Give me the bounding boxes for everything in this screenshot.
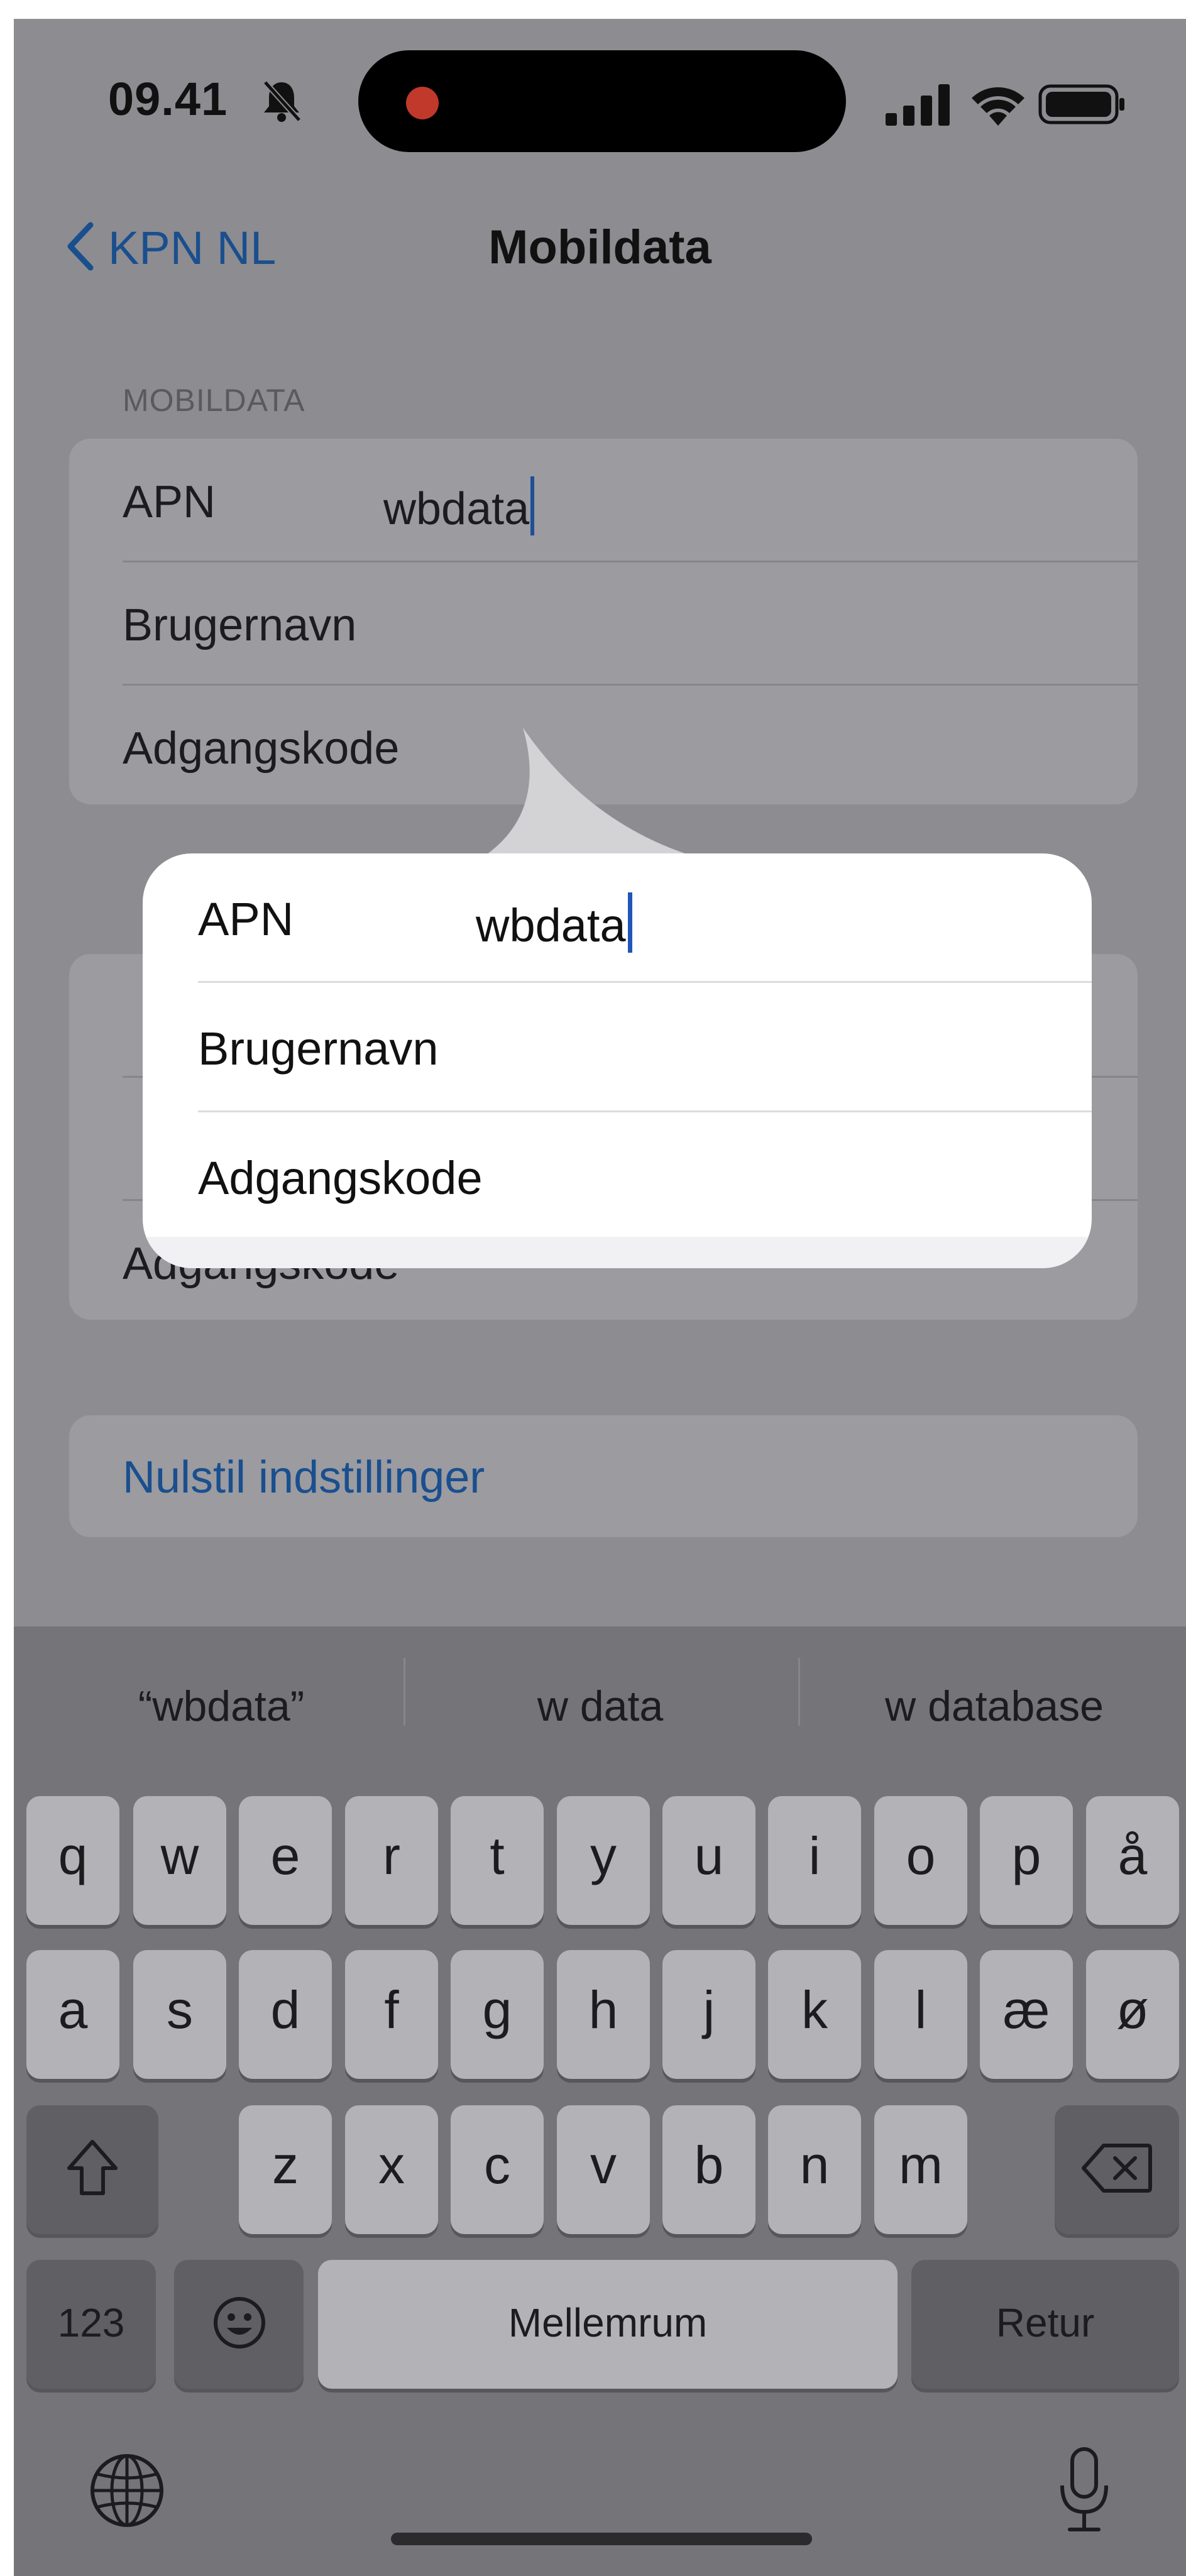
key-oe[interactable]: ø: [1086, 1950, 1179, 2079]
emoji-face-icon: [214, 2297, 265, 2349]
zoomed-username-row[interactable]: Brugernavn: [143, 983, 1092, 1112]
username-row[interactable]: Brugernavn: [69, 562, 1138, 684]
key-n[interactable]: n: [768, 2105, 861, 2234]
battery-icon: [1038, 84, 1124, 124]
apn-label: APN: [123, 477, 216, 527]
apn-row[interactable]: APN wbdata: [69, 439, 1138, 561]
section-header: MOBILDATA: [123, 383, 305, 418]
bell-slash-icon: [263, 80, 302, 123]
suggestion-2[interactable]: w data: [412, 1682, 789, 1731]
key-g[interactable]: g: [451, 1950, 544, 2079]
zoomed-apn-row[interactable]: APN wbdata: [143, 853, 1092, 982]
text-caret: [627, 892, 632, 953]
suggestion-1[interactable]: “wbdata”: [33, 1682, 410, 1731]
key-s[interactable]: s: [133, 1950, 226, 2079]
return-key[interactable]: Retur: [911, 2260, 1179, 2389]
key-a[interactable]: a: [26, 1950, 119, 2079]
key-i[interactable]: i: [768, 1796, 861, 1925]
shift-icon: [67, 2140, 118, 2195]
key-p[interactable]: p: [980, 1796, 1073, 1925]
key-m[interactable]: m: [874, 2105, 967, 2234]
shift-key[interactable]: [26, 2105, 158, 2234]
zoomed-fields-popup: APN wbdata Brugernavn Adgangskode: [143, 853, 1092, 1268]
delete-backward-icon: [1082, 2144, 1152, 2193]
key-o[interactable]: o: [874, 1796, 967, 1925]
key-z[interactable]: z: [239, 2105, 332, 2234]
key-x[interactable]: x: [345, 2105, 438, 2234]
reset-group: Nulstil indstillinger: [69, 1415, 1138, 1537]
key-k[interactable]: k: [768, 1950, 861, 2079]
key-t[interactable]: t: [451, 1796, 544, 1925]
emoji-key[interactable]: [174, 2260, 304, 2389]
key-aa[interactable]: å: [1086, 1796, 1179, 1925]
suggestion-3[interactable]: w database: [806, 1682, 1183, 1731]
keyboard: “wbdata” w data w database q w e r t y u…: [14, 1626, 1186, 2576]
apn-value: wbdata: [383, 484, 530, 534]
zoomed-password-label: Adgangskode: [198, 1152, 483, 1204]
key-j[interactable]: j: [662, 1950, 755, 2079]
key-h[interactable]: h: [557, 1950, 650, 2079]
key-e[interactable]: e: [239, 1796, 332, 1925]
zoomed-username-label: Brugernavn: [198, 1022, 439, 1075]
key-l[interactable]: l: [874, 1950, 967, 2079]
page-title: Mobildata: [488, 221, 711, 274]
key-w[interactable]: w: [133, 1796, 226, 1925]
key-f[interactable]: f: [345, 1950, 438, 2079]
status-time: 09.41: [108, 73, 228, 125]
microphone-icon[interactable]: [1057, 2445, 1111, 2536]
cellular-signal-icon: [886, 84, 950, 126]
key-c[interactable]: c: [451, 2105, 544, 2234]
space-key[interactable]: Mellemrum: [318, 2260, 898, 2389]
zoomed-apn-input[interactable]: wbdata: [476, 892, 632, 953]
phone-screen: 09.41 KPN NL Mobildata MOBILDATA APN wbd…: [14, 19, 1186, 2576]
key-q[interactable]: q: [26, 1796, 119, 1925]
wifi-icon: [972, 87, 1024, 126]
key-ae[interactable]: æ: [980, 1950, 1073, 2079]
callout-pointer: [479, 728, 705, 860]
dynamic-island: [358, 50, 846, 152]
zoomed-password-row[interactable]: Adgangskode: [143, 1112, 1092, 1241]
key-u[interactable]: u: [662, 1796, 755, 1925]
reset-settings-button[interactable]: Nulstil indstillinger: [69, 1415, 1138, 1537]
zoomed-apn-value: wbdata: [476, 899, 626, 951]
recording-indicator-icon: [406, 87, 439, 119]
text-caret: [530, 476, 535, 535]
suggestion-divider: [798, 1658, 800, 1726]
key-r[interactable]: r: [345, 1796, 438, 1925]
key-d[interactable]: d: [239, 1950, 332, 2079]
suggestion-divider: [404, 1658, 405, 1726]
reset-settings-label: Nulstil indstillinger: [123, 1452, 485, 1503]
globe-icon[interactable]: [88, 2452, 166, 2529]
key-b[interactable]: b: [662, 2105, 755, 2234]
password-label: Adgangskode: [123, 723, 400, 774]
home-indicator: [391, 2533, 812, 2545]
numbers-key[interactable]: 123: [26, 2260, 156, 2389]
key-y[interactable]: y: [557, 1796, 650, 1925]
username-label: Brugernavn: [123, 600, 357, 650]
popup-bottom-strip: [143, 1237, 1092, 1268]
delete-key[interactable]: [1055, 2105, 1179, 2234]
zoomed-apn-label: APN: [198, 893, 294, 945]
apn-input[interactable]: wbdata: [383, 476, 535, 535]
key-v[interactable]: v: [557, 2105, 650, 2234]
